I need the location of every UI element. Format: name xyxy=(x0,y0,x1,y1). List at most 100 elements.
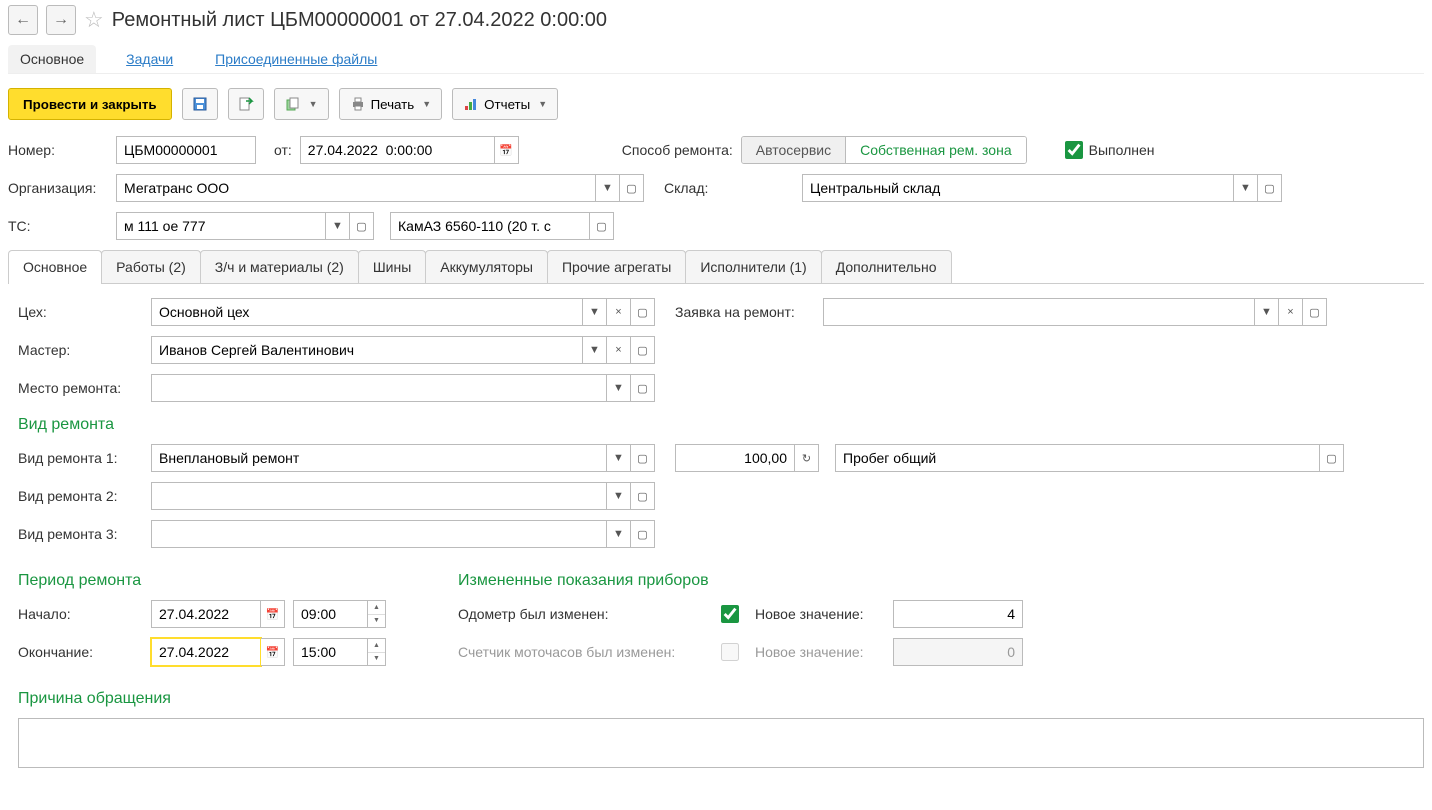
repair-type3-label: Вид ремонта 3: xyxy=(18,526,143,542)
print-button[interactable]: Печать ▼ xyxy=(339,88,443,120)
open-button[interactable]: ▢ xyxy=(631,336,655,364)
end-time-input[interactable] xyxy=(293,638,368,666)
calendar-button[interactable]: 📅 xyxy=(261,638,285,666)
page-title: Ремонтный лист ЦБМ00000001 от 27.04.2022… xyxy=(112,9,607,32)
master-label: Мастер: xyxy=(18,342,143,358)
tab-tasks[interactable]: Задачи xyxy=(114,45,185,73)
time-spinner: ▲ ▼ xyxy=(368,638,386,666)
clear-button[interactable]: × xyxy=(607,336,631,364)
dropdown-button[interactable]: ▼ xyxy=(607,482,631,510)
motohours-new-value-label: Новое значение: xyxy=(755,644,885,660)
dropdown-button[interactable]: ▼ xyxy=(596,174,620,202)
dropdown-button[interactable]: ▼ xyxy=(1234,174,1258,202)
start-date-input[interactable] xyxy=(151,600,261,628)
open-button[interactable]: ▢ xyxy=(631,374,655,402)
refresh-button[interactable]: ↻ xyxy=(795,444,819,472)
number-input[interactable] xyxy=(116,136,256,164)
motohours-changed-label: Счетчик моточасов был изменен: xyxy=(458,644,713,660)
subtab-additional[interactable]: Дополнительно xyxy=(821,250,952,283)
open-button[interactable]: ▢ xyxy=(1258,174,1282,202)
spinner-down[interactable]: ▼ xyxy=(368,615,385,628)
end-date-input[interactable] xyxy=(151,638,261,666)
workshop-input[interactable] xyxy=(151,298,583,326)
back-button[interactable]: ← xyxy=(8,5,38,35)
changed-section-title: Измененные показания приборов xyxy=(458,572,1023,590)
vehicle-model-input[interactable] xyxy=(390,212,590,240)
post-button[interactable] xyxy=(228,88,264,120)
dropdown-button[interactable]: ▼ xyxy=(583,336,607,364)
ts-input[interactable] xyxy=(116,212,326,240)
dropdown-button[interactable]: ▼ xyxy=(583,298,607,326)
end-label: Окончание: xyxy=(18,644,143,660)
dropdown-button[interactable]: ▼ xyxy=(607,520,631,548)
dropdown-button[interactable]: ▼ xyxy=(607,374,631,402)
subtab-batteries[interactable]: Аккумуляторы xyxy=(425,250,548,283)
request-input[interactable] xyxy=(823,298,1255,326)
open-button[interactable]: ▢ xyxy=(631,444,655,472)
subtab-performers[interactable]: Исполнители (1) xyxy=(685,250,821,283)
warehouse-input[interactable] xyxy=(802,174,1234,202)
spinner-up[interactable]: ▲ xyxy=(368,639,385,653)
subtab-other[interactable]: Прочие агрегаты xyxy=(547,250,686,283)
completed-checkbox[interactable] xyxy=(1065,141,1083,159)
time-spinner: ▲ ▼ xyxy=(368,600,386,628)
repair-type1-input[interactable] xyxy=(151,444,607,472)
subtab-parts[interactable]: З/ч и материалы (2) xyxy=(200,250,359,283)
dropdown-arrow-icon: ▼ xyxy=(538,99,547,109)
odometer-value-input[interactable] xyxy=(675,444,795,472)
open-button[interactable]: ▢ xyxy=(631,482,655,510)
clear-button[interactable]: × xyxy=(607,298,631,326)
master-input[interactable] xyxy=(151,336,583,364)
save-button[interactable] xyxy=(182,88,218,120)
subtab-tires[interactable]: Шины xyxy=(358,250,426,283)
print-icon xyxy=(350,96,366,112)
workshop-label: Цех: xyxy=(18,304,143,320)
dropdown-arrow-icon: ▼ xyxy=(309,99,318,109)
repair-place-input[interactable] xyxy=(151,374,607,402)
start-label: Начало: xyxy=(18,606,143,622)
favorite-star-icon[interactable]: ☆ xyxy=(84,7,104,33)
reason-textarea[interactable] xyxy=(18,718,1424,768)
dropdown-button[interactable]: ▼ xyxy=(1255,298,1279,326)
open-button[interactable]: ▢ xyxy=(590,212,614,240)
start-time-input[interactable] xyxy=(293,600,368,628)
subtab-works[interactable]: Работы (2) xyxy=(101,250,201,283)
dropdown-button[interactable]: ▼ xyxy=(607,444,631,472)
mileage-type-input[interactable] xyxy=(835,444,1320,472)
copy-button[interactable]: ▼ xyxy=(274,88,329,120)
repair-method-toggle: Автосервис Собственная рем. зона xyxy=(741,136,1027,164)
subtab-main[interactable]: Основное xyxy=(8,250,102,283)
open-button[interactable]: ▢ xyxy=(620,174,644,202)
motohours-changed-checkbox xyxy=(721,643,739,661)
toggle-autoservice[interactable]: Автосервис xyxy=(742,137,846,163)
repair-type2-input[interactable] xyxy=(151,482,607,510)
calendar-button[interactable]: 📅 xyxy=(495,136,519,164)
open-button[interactable]: ▢ xyxy=(631,298,655,326)
repair-type2-label: Вид ремонта 2: xyxy=(18,488,143,504)
spinner-down[interactable]: ▼ xyxy=(368,653,385,666)
clear-button[interactable]: × xyxy=(1279,298,1303,326)
open-button[interactable]: ▢ xyxy=(1303,298,1327,326)
sub-tabs: Основное Работы (2) З/ч и материалы (2) … xyxy=(8,250,1424,284)
from-label: от: xyxy=(274,142,292,158)
open-button[interactable]: ▢ xyxy=(1320,444,1344,472)
completed-checkbox-wrapper[interactable]: Выполнен xyxy=(1065,141,1155,159)
dropdown-arrow-icon: ▼ xyxy=(422,99,431,109)
open-button[interactable]: ▢ xyxy=(350,212,374,240)
warehouse-label: Склад: xyxy=(664,180,794,196)
odometer-new-value-input[interactable] xyxy=(893,600,1023,628)
forward-button[interactable]: → xyxy=(46,5,76,35)
odometer-changed-checkbox[interactable] xyxy=(721,605,739,623)
dropdown-button[interactable]: ▼ xyxy=(326,212,350,240)
tab-attached[interactable]: Присоединенные файлы xyxy=(203,45,389,73)
repair-type3-input[interactable] xyxy=(151,520,607,548)
spinner-up[interactable]: ▲ xyxy=(368,601,385,615)
date-input[interactable] xyxy=(300,136,495,164)
reports-button[interactable]: Отчеты ▼ xyxy=(452,88,558,120)
tab-main[interactable]: Основное xyxy=(8,45,96,73)
toggle-own-zone[interactable]: Собственная рем. зона xyxy=(846,137,1026,163)
org-input[interactable] xyxy=(116,174,596,202)
open-button[interactable]: ▢ xyxy=(631,520,655,548)
calendar-button[interactable]: 📅 xyxy=(261,600,285,628)
post-and-close-button[interactable]: Провести и закрыть xyxy=(8,88,172,120)
